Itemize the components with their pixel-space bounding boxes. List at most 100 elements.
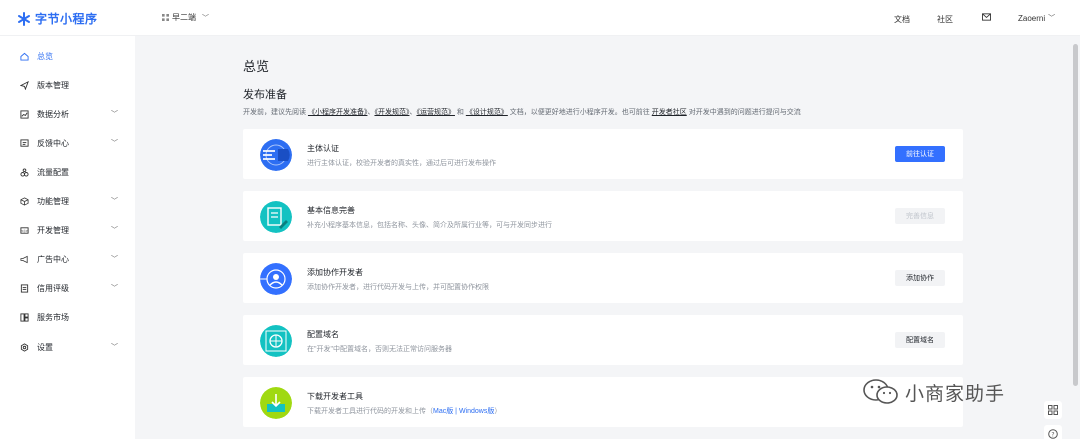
svg-text:</>: </>	[21, 229, 28, 233]
grid-icon	[162, 14, 169, 21]
intro-segment: 文档，以便更好地进行小程序开发。也可前往	[509, 109, 650, 116]
card-collaborators: 添加协作开发者 添加协作开发者，进行代码开发与上传，并可配置协作权限 添加协作	[243, 253, 963, 303]
sidebar-item-development[interactable]: </> 开发管理 ﹀	[0, 220, 135, 240]
user-menu[interactable]: Zaoerni ﹀	[1018, 13, 1055, 23]
chevron-down-icon: ﹀	[111, 227, 118, 234]
scrollbar[interactable]	[1071, 36, 1080, 439]
intro-segment: 对开发中遇到的问题进行提问与交流	[688, 109, 801, 116]
card-dev-tools: 下载开发者工具 下载开发者工具进行代码的开发和上传（Mac版 | Windows…	[243, 377, 963, 427]
chevron-down-icon: ﹀	[202, 14, 209, 22]
sidebar-item-ads[interactable]: 广告中心 ﹀	[0, 249, 135, 269]
sidebar-item-overview[interactable]: 总览	[0, 46, 135, 66]
intro-text: 开发前，建议先阅读 《小程序开发准备》、《开发规范》、《运营规范》 和 《设计规…	[243, 107, 801, 117]
go-verify-button[interactable]: 前往认证	[895, 146, 945, 162]
watermark-text: 小商家助手	[905, 383, 1006, 405]
chevron-down-icon: ﹀	[111, 344, 118, 351]
brand-logo[interactable]: 字节小程序	[17, 10, 98, 27]
sidebar-item-label: 设置	[37, 342, 53, 352]
sidebar-item-label: 反馈中心	[37, 138, 69, 148]
svg-text:?: ?	[1051, 431, 1054, 438]
cube-icon	[20, 196, 29, 206]
chevron-down-icon: ﹀	[111, 285, 118, 292]
card-entity-verification: 主体认证 进行主体认证，校验开发者的真实性，通过后可进行发布操作 前往认证	[243, 129, 963, 179]
sidebar-item-features[interactable]: 功能管理 ﹀	[0, 191, 135, 211]
scrollbar-thumb[interactable]	[1073, 44, 1078, 386]
docs-link[interactable]: 文档	[894, 14, 910, 25]
sidebar-item-version[interactable]: 版本管理	[0, 75, 135, 95]
community-link[interactable]: 社区	[937, 14, 953, 25]
download-icon	[260, 387, 292, 419]
sidebar: 总览 版本管理 数据分析 ﹀ 反馈中心 ﹀ 流量配置 功能管理 ﹀ </> 开发…	[0, 36, 135, 439]
card-title: 主体认证	[307, 144, 339, 153]
card-description-text: 下载开发者工具进行代码的开发和上传（	[307, 408, 433, 415]
user-name: Zaoerni	[1018, 13, 1046, 23]
app-switcher[interactable]: 早二端 ﹀	[162, 12, 209, 23]
card-description-text: ）	[494, 408, 502, 415]
home-icon	[20, 52, 29, 61]
qr-code-icon	[1048, 405, 1058, 415]
card-description: 在"开发"中配置域名，否则无法正常访问服务器	[307, 346, 452, 353]
send-icon	[20, 80, 29, 90]
qr-code-button[interactable]	[1044, 401, 1062, 419]
wechat-icon	[863, 379, 898, 404]
doc-link-ops-spec[interactable]: 《运营规范》	[416, 109, 455, 116]
help-icon: ?	[1048, 429, 1058, 439]
sidebar-item-traffic[interactable]: 流量配置	[0, 162, 135, 182]
chevron-down-icon: ﹀	[1048, 15, 1056, 22]
sidebar-item-label: 开发管理	[37, 225, 69, 235]
brand-logo-icon	[18, 11, 30, 26]
card-description: 下载开发者工具进行代码的开发和上传（Mac版 | Windows版）	[307, 406, 501, 416]
document-edit-icon	[260, 201, 292, 233]
badge-icon	[260, 139, 292, 171]
intro-segment: 和	[454, 109, 466, 116]
sidebar-item-credit[interactable]: 信用评级 ﹀	[0, 278, 135, 298]
intro-segment: 开发前，建议先阅读	[243, 109, 306, 116]
market-icon	[20, 312, 29, 322]
dev-icon: </>	[20, 226, 29, 234]
complete-info-button[interactable]: 完善信息	[895, 208, 945, 224]
card-description: 进行主体认证，校验开发者的真实性，通过后可进行发布操作	[307, 160, 496, 167]
sidebar-item-market[interactable]: 服务市场	[0, 307, 135, 327]
doc-link-dev-spec[interactable]: 《开发规范》	[374, 109, 409, 116]
sidebar-item-label: 功能管理	[37, 196, 69, 206]
mail-icon[interactable]	[982, 13, 991, 21]
sidebar-item-label: 流量配置	[37, 167, 69, 177]
chevron-down-icon: ﹀	[111, 198, 118, 205]
config-domain-button[interactable]: 配置域名	[895, 332, 945, 348]
globe-icon	[260, 325, 292, 357]
page-title: 总览	[243, 59, 270, 74]
gear-icon	[20, 342, 29, 352]
windows-download-link[interactable]: Windows版	[459, 408, 494, 415]
sidebar-item-analytics[interactable]: 数据分析 ﹀	[0, 104, 135, 124]
sidebar-item-feedback[interactable]: 反馈中心 ﹀	[0, 133, 135, 153]
doc-link-dev-prep[interactable]: 《小程序开发准备》	[308, 109, 368, 116]
chevron-down-icon: ﹀	[111, 140, 118, 147]
card-basic-info: 基本信息完善 补充小程序基本信息，包括名称、头像、简介及所属行业等，可与开发同步…	[243, 191, 963, 241]
chevron-down-icon: ﹀	[111, 256, 118, 263]
brand-name: 字节小程序	[35, 12, 98, 26]
card-domain-config: 配置域名 在"开发"中配置域名，否则无法正常访问服务器 配置域名	[243, 315, 963, 365]
sidebar-item-label: 服务市场	[37, 312, 69, 322]
flow-icon	[20, 167, 29, 177]
doc-link-design-spec[interactable]: 《设计规范》	[466, 109, 508, 116]
sidebar-item-settings[interactable]: 设置 ﹀	[0, 337, 135, 357]
chevron-down-icon: ﹀	[111, 111, 118, 118]
card-description: 补充小程序基本信息，包括名称、头像、简介及所属行业等，可与开发同步进行	[307, 222, 552, 229]
card-title: 基本信息完善	[307, 206, 355, 215]
add-collaborator-button[interactable]: 添加协作	[895, 270, 945, 286]
developer-community-link[interactable]: 开发者社区	[652, 109, 687, 116]
card-description: 添加协作开发者，进行代码开发与上传，并可配置协作权限	[307, 284, 489, 291]
sidebar-item-label: 广告中心	[37, 254, 69, 264]
card-title: 添加协作开发者	[307, 268, 363, 277]
help-button[interactable]: ?	[1044, 425, 1062, 439]
watermark: 小商家助手	[863, 378, 1005, 406]
user-add-icon	[260, 263, 292, 295]
mac-download-link[interactable]: Mac版	[433, 408, 453, 415]
feedback-icon	[20, 138, 29, 147]
card-title: 配置域名	[307, 330, 339, 339]
megaphone-icon	[20, 255, 28, 263]
sidebar-item-label: 数据分析	[37, 109, 69, 119]
app-name: 早二端	[172, 13, 196, 22]
section-title: 发布准备	[243, 89, 287, 101]
sidebar-item-label: 版本管理	[37, 80, 69, 90]
